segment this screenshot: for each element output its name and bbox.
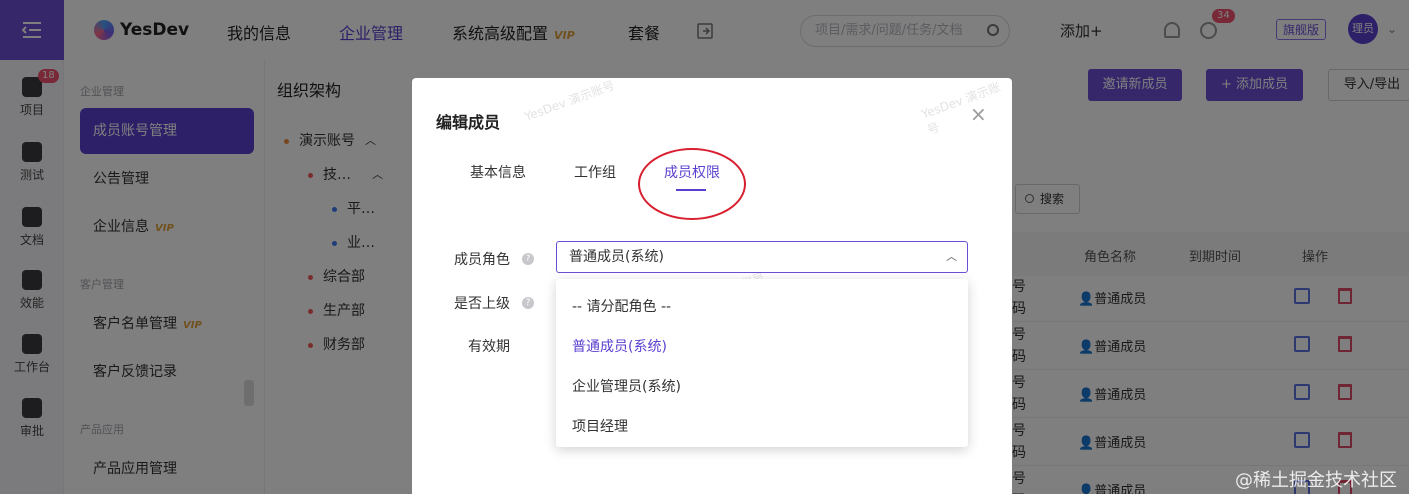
help-icon[interactable]: ? xyxy=(522,253,534,265)
superior-label: 是否上级 xyxy=(454,296,510,312)
edit-member-modal: YesDev 演示账号 YesDev 演示账号 YesDev 演示账号 编辑成员… xyxy=(412,78,1012,494)
modal-title: 编辑成员 xyxy=(436,113,501,132)
close-icon[interactable]: × xyxy=(970,102,987,126)
role-option[interactable]: 项目经理 xyxy=(572,416,628,436)
role-option[interactable]: 企业管理员(系统) xyxy=(572,376,681,396)
role-dropdown: -- 请分配角色 -- 普通成员(系统) 企业管理员(系统) 项目经理 xyxy=(556,279,968,447)
tab-workgroup[interactable]: 工作组 xyxy=(574,162,616,182)
annotation-circle xyxy=(638,148,746,220)
validity-label: 有效期 xyxy=(468,339,510,355)
role-select-value: 普通成员(系统) xyxy=(569,249,664,265)
role-select[interactable]: 普通成员(系统) ︿ xyxy=(556,241,968,273)
tab-basic-info[interactable]: 基本信息 xyxy=(470,162,526,182)
source-credit: @稀土掘金技术社区 xyxy=(1235,470,1397,491)
role-option[interactable]: -- 请分配角色 -- xyxy=(572,296,671,316)
help-icon[interactable]: ? xyxy=(522,297,534,309)
chevron-up-icon: ︿ xyxy=(946,250,957,263)
watermark: YesDev 演示账号 xyxy=(522,78,617,124)
role-option-selected[interactable]: 普通成员(系统) xyxy=(572,336,667,356)
role-label: 成员角色 xyxy=(454,252,510,268)
watermark: YesDev 演示账号 xyxy=(919,79,1003,138)
